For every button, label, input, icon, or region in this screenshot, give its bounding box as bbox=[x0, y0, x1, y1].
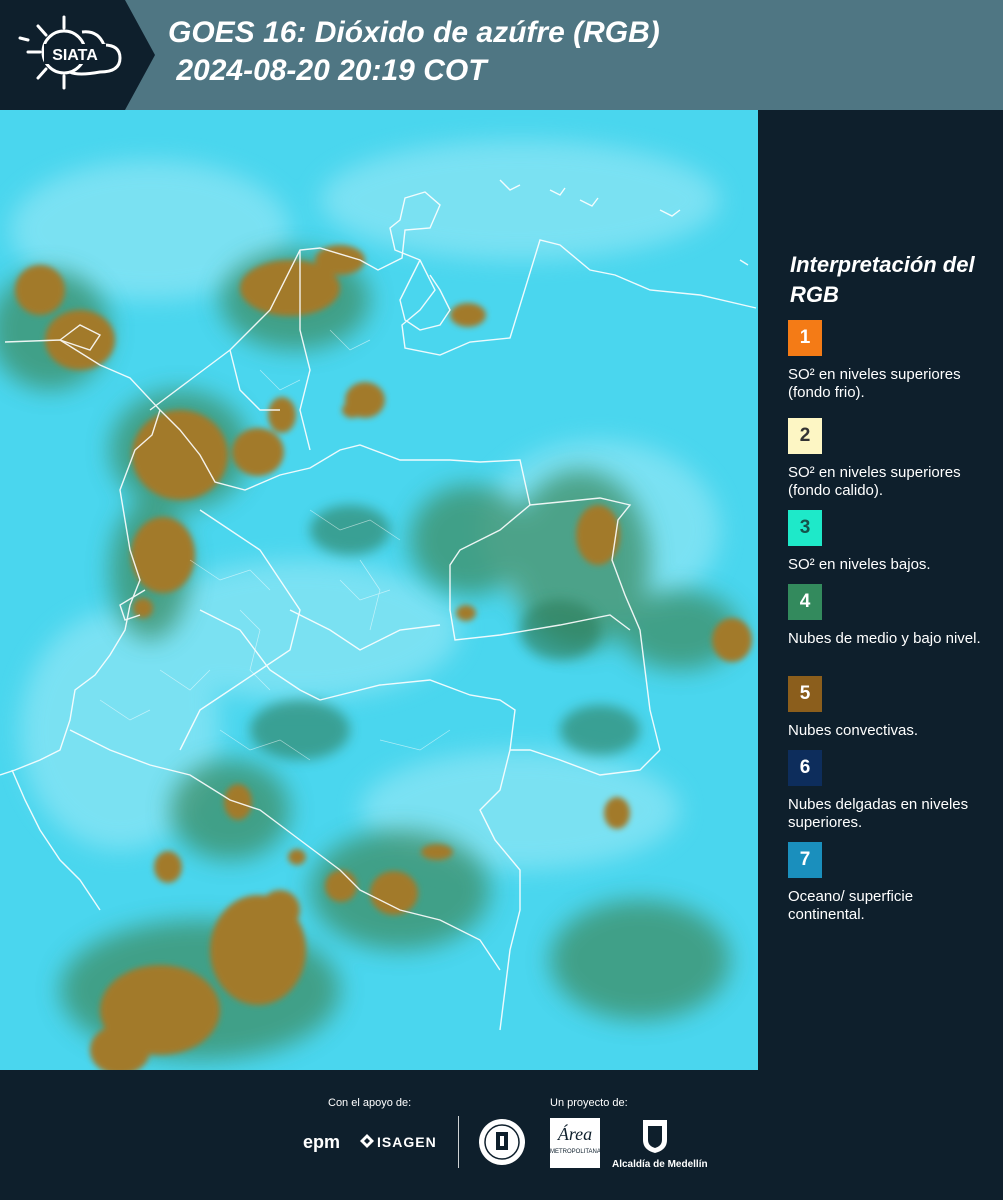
legend-item-7: 7 Oceano/ superficie continental. bbox=[788, 842, 993, 924]
legend-swatch-3: 3 bbox=[788, 510, 822, 546]
legend-item-5: 5 Nubes convectivas. bbox=[788, 676, 993, 740]
isagen-icon bbox=[360, 1134, 374, 1148]
legend-swatch-7: 7 bbox=[788, 842, 822, 878]
legend-title: Interpretación del RGB bbox=[790, 252, 975, 307]
legend-swatch-5: 5 bbox=[788, 676, 822, 712]
project-label: Un proyecto de: bbox=[550, 1097, 628, 1109]
legend-text-4: Nubes de medio y bajo nivel. bbox=[788, 630, 981, 647]
medellin-seal-icon bbox=[478, 1118, 526, 1166]
legend-text-5: Nubes convectivas. bbox=[788, 722, 919, 739]
page-title: GOES 16: Dióxido de azúfre (RGB) 2024-08… bbox=[168, 16, 660, 87]
legend-text-2: SO² en niveles superiores (fondo calido)… bbox=[788, 464, 961, 499]
legend-text-1: SO² en niveles superiores (fondo frio). bbox=[788, 366, 961, 401]
legend-item-3: 3 SO² en niveles bajos. bbox=[788, 510, 993, 574]
legend-item-4: 4 Nubes de medio y bajo nivel. bbox=[788, 584, 993, 648]
legend-swatch-2: 2 bbox=[788, 418, 822, 454]
legend-text-3: SO² en niveles bajos. bbox=[788, 556, 931, 573]
legend-swatch-4: 4 bbox=[788, 584, 822, 620]
isagen-logo: ISAGEN bbox=[377, 1134, 437, 1150]
header-bar: SIATA GOES 16: Dióxido de azúfre (RGB) 2… bbox=[0, 0, 1003, 110]
area-label: Área bbox=[557, 1124, 593, 1144]
legend-item-2: 2 SO² en niveles superiores (fondo calid… bbox=[788, 418, 993, 500]
legend-swatch-1: 1 bbox=[788, 320, 822, 356]
legend-swatch-6: 6 bbox=[788, 750, 822, 786]
alcaldia-label: Alcaldía de Medellín bbox=[612, 1159, 708, 1170]
legend-text-7: Oceano/ superficie continental. bbox=[788, 888, 914, 923]
legend-item-1: 1 SO² en niveles superiores (fondo frio)… bbox=[788, 320, 993, 402]
legend-panel: Interpretación del RGB 1 SO² en niveles … bbox=[758, 110, 1003, 1070]
epm-logo: epm bbox=[303, 1132, 341, 1152]
siata-logo: SIATA bbox=[0, 0, 155, 110]
footer: Con el apoyo de: Un proyecto de: epm ISA… bbox=[0, 1070, 1003, 1200]
area-sub-label: METROPOLITANA bbox=[550, 1149, 601, 1155]
area-metropolitana-logo: Área METROPOLITANA bbox=[550, 1118, 601, 1168]
legend-text-6: Nubes delgadas en niveles superiores. bbox=[788, 796, 969, 831]
logo-text: SIATA bbox=[52, 47, 98, 64]
legend-item-6: 6 Nubes delgadas en niveles superiores. bbox=[788, 750, 993, 832]
satellite-map bbox=[0, 110, 758, 1070]
divider bbox=[458, 1116, 459, 1168]
support-label: Con el apoyo de: bbox=[328, 1097, 412, 1109]
alcaldia-shield-icon bbox=[641, 1118, 669, 1154]
